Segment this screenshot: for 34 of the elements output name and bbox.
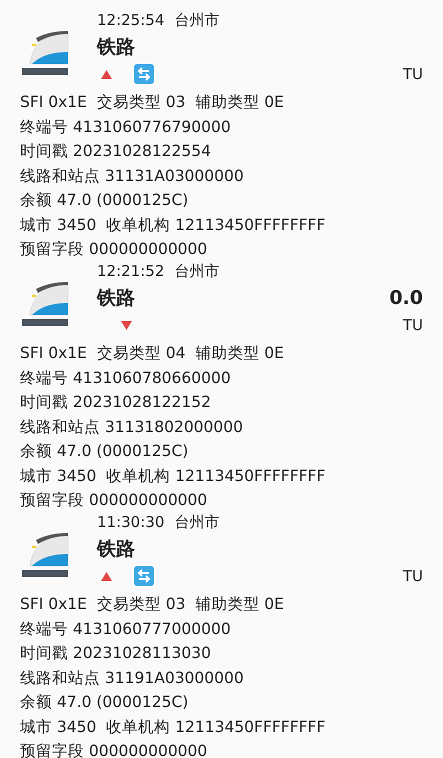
detail-line: 余额 47.0 (0000125C) (20, 190, 190, 211)
record-title: 铁路 (97, 286, 136, 311)
detail-line: 余额 47.0 (0000125C) (20, 441, 190, 462)
record-city: 台州市 (174, 512, 220, 532)
detail-line: 预留字段 000000000000 (20, 490, 208, 511)
detail-line: 线路和站点 31191A03000000 (20, 668, 245, 688)
record-unit: TU (402, 315, 423, 336)
detail-line: 城市 3450 收单机构 12113450FFFFFFFF (20, 716, 326, 738)
detail-line: 预留字段 000000000000 (20, 741, 208, 758)
record-unit: TU (402, 64, 423, 85)
detail-line: 时间戳 20231028122554 (20, 141, 212, 162)
record-title: 铁路 (97, 35, 136, 60)
record-time: 12:21:52 (97, 262, 164, 280)
detail-line: 城市 3450 收单机构 12113450FFFFFFFF (20, 214, 326, 236)
record-time: 12:25:54 (97, 11, 164, 29)
detail-line: SFI 0x1E 交易类型 04 辅助类型 0E (20, 343, 285, 364)
detail-line: 线路和站点 31131802000000 (20, 416, 244, 438)
record-time: 11:30:30 (97, 513, 164, 531)
detail-line: 终端号 4131060776790000 (20, 116, 232, 138)
record-city: 台州市 (174, 10, 220, 30)
detail-line: 时间戳 20231028113030 (20, 643, 212, 664)
detail-line: 余额 47.0 (0000125C) (20, 692, 190, 713)
record-unit: TU (402, 566, 423, 587)
detail-line: SFI 0x1E 交易类型 03 辅助类型 0E (20, 92, 285, 113)
record-amount: 0.0 (389, 286, 423, 311)
record-title: 铁路 (97, 537, 136, 562)
detail-line: 预留字段 000000000000 (20, 239, 208, 260)
detail-line: 终端号 4131060780660000 (20, 368, 232, 388)
detail-line: SFI 0x1E 交易类型 03 辅助类型 0E (20, 594, 285, 615)
detail-line: 时间戳 20231028122152 (20, 392, 212, 413)
detail-line: 城市 3450 收单机构 12113450FFFFFFFF (20, 466, 326, 486)
detail-line: 线路和站点 31131A03000000 (20, 166, 245, 186)
record-city: 台州市 (174, 262, 220, 280)
detail-line: 终端号 4131060777000000 (20, 618, 232, 640)
